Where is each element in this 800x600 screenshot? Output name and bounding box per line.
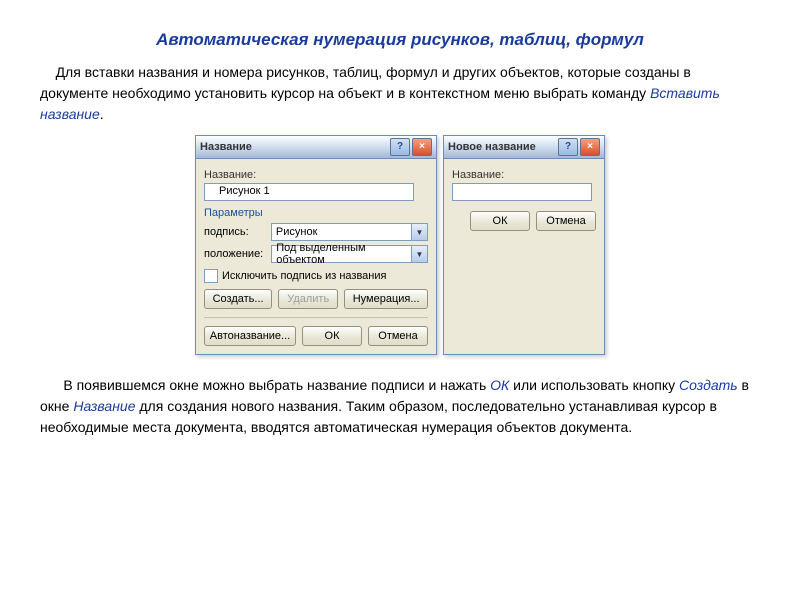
exclude-label-text: Исключить подпись из названия (222, 270, 386, 282)
para1-text: Для вставки названия и номера рисунков, … (40, 64, 691, 101)
dialog-screenshots: Название ? × Название: Рисунок 1 Парамет… (40, 135, 760, 355)
name-ref: Название (73, 398, 135, 414)
new-caption-dialog-title: Новое название (448, 141, 556, 153)
new-name-input[interactable] (452, 183, 592, 201)
chevron-down-icon[interactable]: ▼ (411, 224, 427, 240)
para2-a: В появившемся окне можно выбрать названи… (63, 377, 490, 393)
para1-period: . (100, 106, 104, 122)
cancel-button[interactable]: Отмена (536, 211, 596, 231)
parameters-section: Параметры (204, 207, 428, 219)
delete-button: Удалить (278, 289, 338, 309)
paragraph-1: Для вставки названия и номера рисунков, … (40, 62, 760, 125)
create-ref: Создать (679, 377, 738, 393)
position-dropdown[interactable]: Под выделенным объектом ▼ (271, 245, 428, 263)
help-icon[interactable]: ? (558, 138, 578, 156)
create-button[interactable]: Создать... (204, 289, 272, 309)
close-icon[interactable]: × (580, 138, 600, 156)
caption-dialog-titlebar: Название ? × (196, 136, 436, 159)
ok-ref: ОК (490, 377, 509, 393)
new-caption-dialog: Новое название ? × Название: ОК Отмена (443, 135, 605, 355)
para2-b: или использовать кнопку (509, 377, 679, 393)
ok-button[interactable]: ОК (302, 326, 362, 346)
ok-button[interactable]: ОК (470, 211, 530, 231)
page-heading: Автоматическая нумерация рисунков, табли… (40, 30, 760, 50)
caption-dialog-title: Название (200, 141, 388, 153)
new-name-label: Название: (452, 169, 596, 181)
caption-type-label: подпись: (204, 226, 263, 238)
auto-caption-button[interactable]: Автоназвание... (204, 326, 296, 346)
caption-name-input[interactable]: Рисунок 1 (204, 183, 414, 201)
numbering-button[interactable]: Нумерация... (344, 289, 428, 309)
caption-dialog: Название ? × Название: Рисунок 1 Парамет… (195, 135, 437, 355)
paragraph-2: В появившемся окне можно выбрать названи… (40, 375, 760, 438)
caption-type-dropdown[interactable]: Рисунок ▼ (271, 223, 428, 241)
name-label: Название: (204, 169, 428, 181)
position-value: Под выделенным объектом (272, 242, 411, 266)
exclude-label-checkbox[interactable] (204, 269, 218, 283)
para2-d: для создания нового названия. Таким обра… (40, 398, 717, 435)
caption-type-value: Рисунок (272, 226, 411, 238)
new-caption-dialog-titlebar: Новое название ? × (444, 136, 604, 159)
close-icon[interactable]: × (412, 138, 432, 156)
cancel-button[interactable]: Отмена (368, 326, 428, 346)
position-label: положение: (204, 248, 263, 260)
help-icon[interactable]: ? (390, 138, 410, 156)
chevron-down-icon[interactable]: ▼ (411, 246, 427, 262)
